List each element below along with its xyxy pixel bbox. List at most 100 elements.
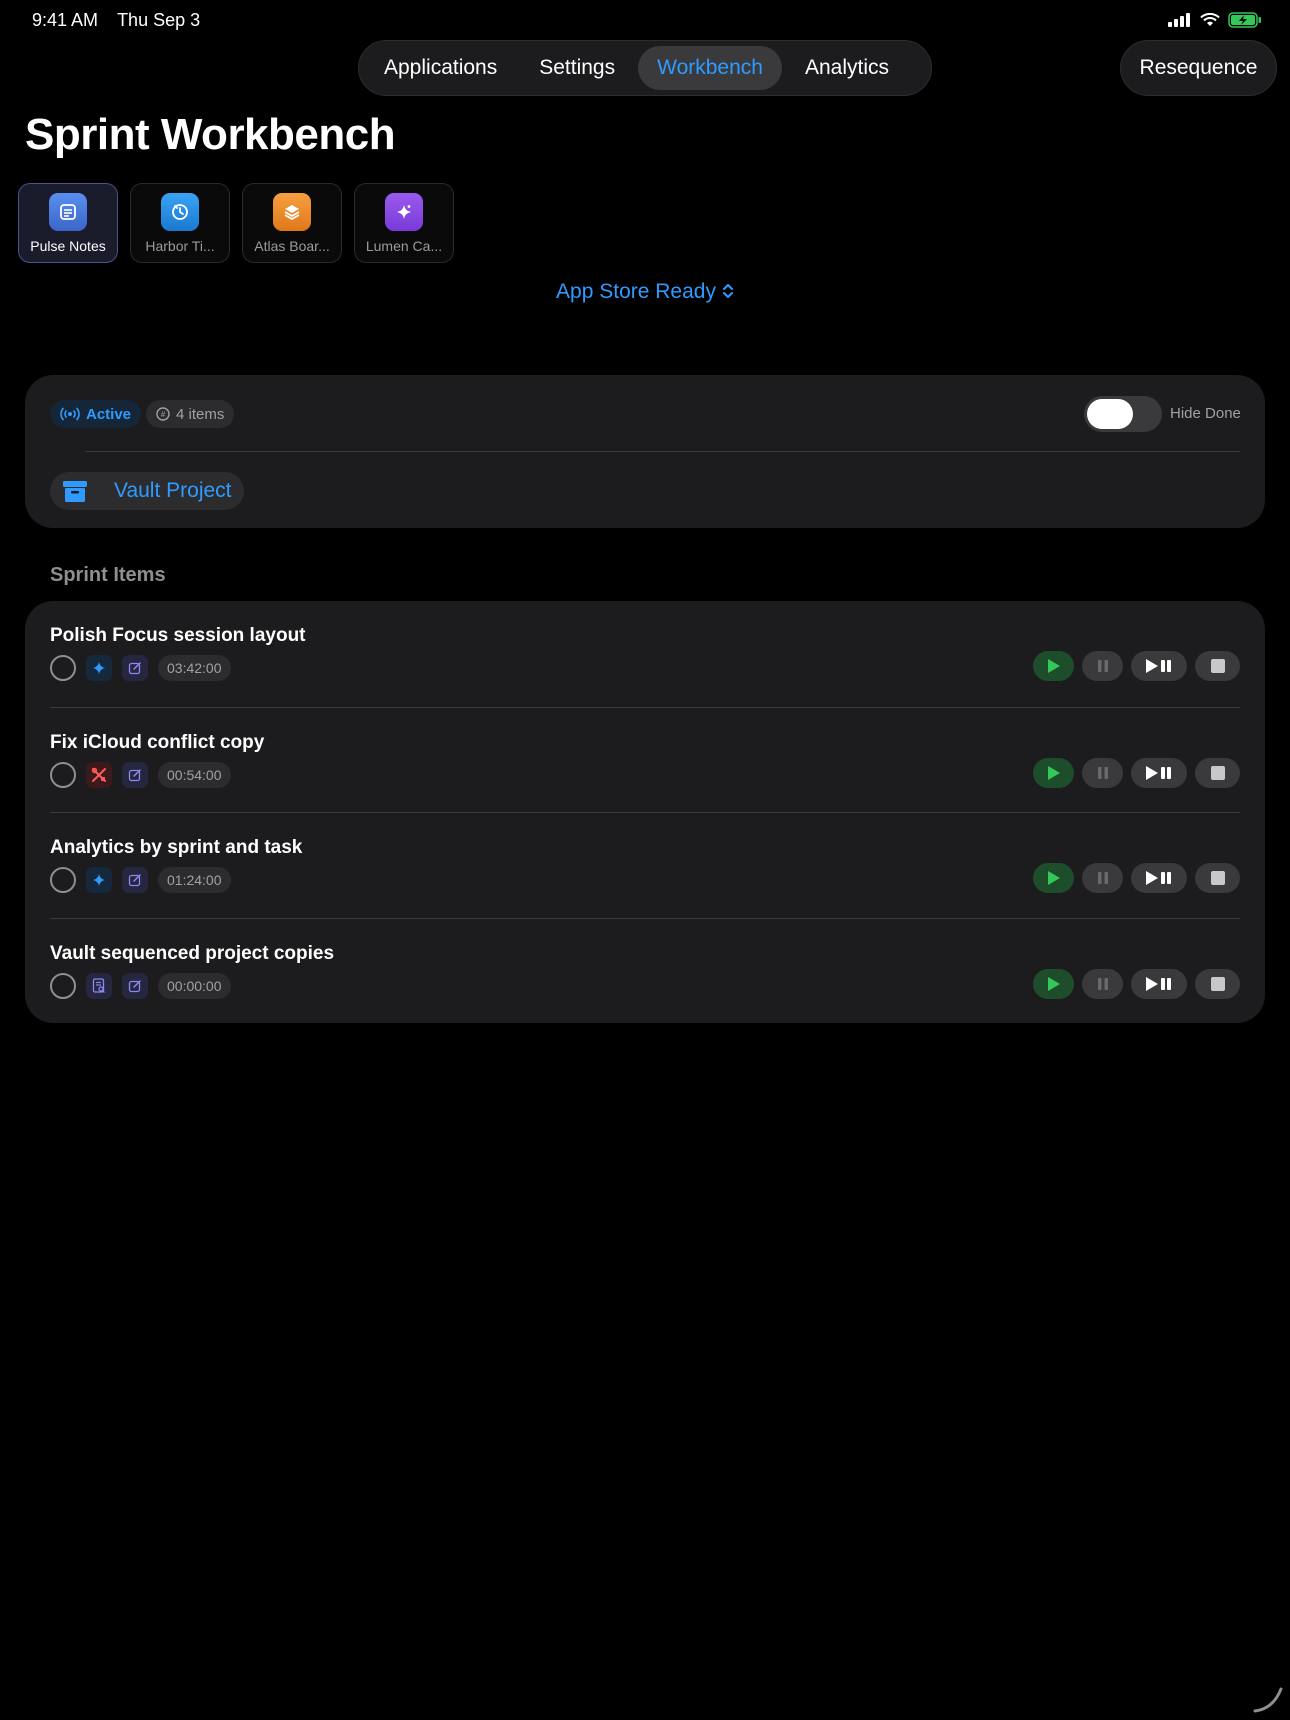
- timer-display: 00:00:00: [158, 972, 231, 999]
- pause-button[interactable]: [1082, 863, 1123, 893]
- status-indicators: [1168, 12, 1262, 28]
- edit-icon[interactable]: [122, 761, 148, 788]
- tab-analytics[interactable]: Analytics: [786, 46, 908, 90]
- hide-done-label: Hide Done: [1170, 405, 1241, 422]
- complete-checkbox[interactable]: [50, 761, 76, 788]
- play-icon: [1047, 765, 1060, 780]
- pause-button[interactable]: [1082, 757, 1123, 788]
- tab-settings[interactable]: Settings: [520, 46, 634, 90]
- complete-checkbox[interactable]: [50, 655, 76, 681]
- play-pause-icon: [1146, 976, 1171, 991]
- tools-icon[interactable]: [86, 761, 112, 788]
- note-icon: [49, 192, 87, 231]
- task-row: Polish Focus session layout 03:42:00: [50, 601, 1240, 707]
- stop-icon: [1210, 871, 1225, 885]
- timer-icon: [161, 192, 199, 231]
- app-picker: Pulse Notes Harbor Ti... Atlas Boar... L…: [18, 183, 454, 263]
- tab-workbench[interactable]: Workbench: [638, 46, 782, 90]
- resequence-button[interactable]: Resequence: [1120, 40, 1277, 96]
- play-button[interactable]: [1033, 863, 1074, 893]
- layers-icon: [273, 192, 311, 231]
- pause-icon: [1097, 872, 1108, 884]
- complete-checkbox[interactable]: [50, 867, 76, 893]
- hide-done-toggle[interactable]: [1084, 396, 1162, 432]
- playback-controls: [1033, 651, 1240, 681]
- timer-display: 03:42:00: [158, 655, 231, 681]
- play-pause-button[interactable]: [1131, 863, 1187, 893]
- sparkle-icon: [385, 192, 423, 231]
- item-count-label: 4 items: [176, 405, 225, 423]
- playback-controls: [1033, 757, 1240, 788]
- pause-icon: [1097, 660, 1108, 672]
- svg-text:#: #: [161, 410, 166, 419]
- status-bar: 9:41 AM Thu Sep 3: [0, 0, 1290, 40]
- resize-handle-icon[interactable]: [1253, 1683, 1283, 1713]
- app-tile-atlas[interactable]: Atlas Boar...: [242, 183, 342, 263]
- filter-card: Active # 4 items Hide Done Vault Project: [25, 375, 1265, 528]
- tab-applications[interactable]: Applications: [365, 46, 516, 90]
- stop-icon: [1210, 659, 1225, 673]
- task-row: Fix iCloud conflict copy 00:54:00: [50, 706, 1240, 813]
- edit-icon[interactable]: [122, 867, 148, 893]
- sparkle-icon[interactable]: [86, 867, 112, 893]
- doc-search-icon[interactable]: [86, 972, 112, 999]
- cellular-signal-icon: [1168, 13, 1190, 27]
- stop-button[interactable]: [1195, 863, 1240, 893]
- app-label: Pulse Notes: [30, 237, 106, 254]
- section-header: Sprint Items: [50, 564, 166, 586]
- app-label: Harbor Ti...: [145, 237, 215, 254]
- task-controls: 01:24:00: [50, 867, 231, 893]
- page-title: Sprint Workbench: [25, 110, 396, 159]
- toggle-knob: [1087, 399, 1133, 429]
- chevron-up-down-icon: [722, 284, 733, 298]
- item-count-chip: # 4 items: [146, 400, 235, 428]
- active-filter-chip[interactable]: Active: [50, 400, 142, 428]
- play-icon: [1047, 659, 1060, 673]
- status-left: 9:41 AM Thu Sep 3: [32, 10, 200, 31]
- stop-button[interactable]: [1195, 757, 1240, 788]
- project-label: Vault Project: [114, 479, 232, 502]
- status-date: Thu Sep 3: [117, 9, 201, 30]
- battery-charging-icon: [1228, 12, 1261, 28]
- stop-button[interactable]: [1195, 651, 1240, 681]
- task-controls: 00:54:00: [50, 761, 231, 788]
- timer-display: 01:24:00: [158, 867, 231, 893]
- pause-icon: [1097, 977, 1108, 990]
- broadcast-icon: [60, 407, 80, 421]
- project-chip[interactable]: Vault Project: [50, 472, 244, 510]
- play-button[interactable]: [1033, 651, 1074, 681]
- sparkle-icon[interactable]: [86, 655, 112, 681]
- task-title: Polish Focus session layout: [50, 625, 306, 646]
- play-pause-button[interactable]: [1131, 651, 1187, 681]
- top-nav: Applications Settings Workbench Analytic…: [358, 40, 932, 96]
- complete-checkbox[interactable]: [50, 972, 76, 999]
- active-filter-label: Active: [86, 405, 132, 423]
- play-pause-button[interactable]: [1131, 757, 1187, 788]
- app-label: Atlas Boar...: [254, 237, 330, 254]
- play-button[interactable]: [1033, 968, 1074, 999]
- stage-picker[interactable]: App Store Ready: [0, 280, 1290, 304]
- task-row: Analytics by sprint and task 01:24:00: [50, 812, 1240, 918]
- task-title: Analytics by sprint and task: [50, 837, 303, 858]
- pause-button[interactable]: [1082, 968, 1123, 999]
- play-button[interactable]: [1033, 757, 1074, 788]
- pause-button[interactable]: [1082, 651, 1123, 681]
- play-pause-icon: [1146, 659, 1171, 673]
- app-tile-lumen[interactable]: Lumen Ca...: [354, 183, 454, 263]
- stop-button[interactable]: [1195, 968, 1240, 999]
- playback-controls: [1033, 863, 1240, 893]
- status-time: 9:41 AM: [32, 9, 99, 30]
- edit-icon[interactable]: [122, 655, 148, 681]
- number-icon: #: [156, 407, 170, 421]
- pause-icon: [1097, 766, 1108, 779]
- divider: [85, 451, 1240, 452]
- app-tile-harbor[interactable]: Harbor Ti...: [130, 183, 230, 263]
- stage-picker-label: App Store Ready: [556, 280, 716, 303]
- play-pause-button[interactable]: [1131, 968, 1187, 999]
- app-tile-pulse-notes[interactable]: Pulse Notes: [18, 183, 118, 263]
- task-title: Fix iCloud conflict copy: [50, 731, 265, 753]
- play-icon: [1047, 871, 1060, 885]
- stop-icon: [1210, 976, 1225, 991]
- playback-controls: [1033, 968, 1240, 999]
- edit-icon[interactable]: [122, 972, 148, 999]
